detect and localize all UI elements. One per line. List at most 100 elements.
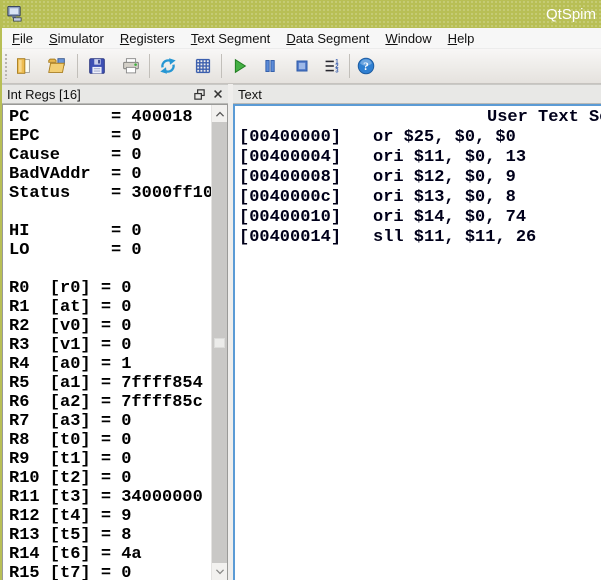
new-file-icon <box>12 55 34 77</box>
help-button[interactable]: ? <box>354 54 378 78</box>
open-file-button[interactable] <box>45 54 69 78</box>
register-row: R0 [r0] = 0 <box>9 279 227 298</box>
instruction-address: [00400010] <box>239 208 373 228</box>
register-row <box>9 260 227 279</box>
register-row: R15 [t7] = 0 <box>9 564 227 580</box>
instruction-address: [00400008] <box>239 168 373 188</box>
register-row: R10 [t2] = 0 <box>9 469 227 488</box>
run-button[interactable] <box>227 54 251 78</box>
titlebar: QtSpim <box>2 0 601 28</box>
register-row: EPC = 0 <box>9 127 227 146</box>
instruction-address: [00400000] <box>239 128 373 148</box>
registers-vertical-scrollbar[interactable] <box>211 105 227 580</box>
print-button[interactable] <box>119 54 143 78</box>
instruction-row: [00400010]ori $14, $0, 74 <box>239 208 601 228</box>
instruction-text: ori $13, $0, 8 <box>373 188 516 208</box>
grid-icon <box>192 55 214 77</box>
register-row: HI = 0 <box>9 222 227 241</box>
register-viewport: PC = 400018EPC = 0Cause = 0BadVAddr = 0S… <box>2 104 228 580</box>
run-parameters-button[interactable]: 123 <box>320 54 344 78</box>
toolbar-grip-handle[interactable] <box>4 53 9 79</box>
register-row: R12 [t4] = 9 <box>9 507 227 526</box>
numbered-list-icon: 123 <box>321 55 343 77</box>
svg-text:?: ? <box>363 61 369 73</box>
instruction-address: [00400004] <box>239 148 373 168</box>
new-file-button[interactable] <box>11 54 35 78</box>
register-row: PC = 400018 <box>9 108 227 127</box>
text-panel: Text User Text Segment [00400000]or $25,… <box>233 84 601 580</box>
close-panel-button[interactable] <box>210 87 225 102</box>
save-floppy-icon <box>86 55 108 77</box>
register-row: R5 [a1] = 7ffff854 <box>9 374 227 393</box>
text-panel-title: Text <box>238 87 262 102</box>
user-text-segment-heading: User Text Segment <box>487 108 601 128</box>
instruction-row: [00400014]sll $11, $11, 26 <box>239 228 601 248</box>
text-segment-viewport: User Text Segment [00400000]or $25, $0, … <box>233 104 601 580</box>
register-row: Cause = 0 <box>9 146 227 165</box>
register-row: R3 [v1] = 0 <box>9 336 227 355</box>
register-row: R13 [t5] = 8 <box>9 526 227 545</box>
stop-button[interactable] <box>290 54 314 78</box>
window-title: QtSpim <box>546 6 601 23</box>
pause-button[interactable] <box>258 54 282 78</box>
instruction-row: [00400004]ori $11, $0, 13 <box>239 148 601 168</box>
refresh-icon <box>157 55 179 77</box>
instruction-text: ori $14, $0, 74 <box>373 208 526 228</box>
register-row: LO = 0 <box>9 241 227 260</box>
menu-data-segment[interactable]: Data Segment <box>278 29 377 48</box>
register-row: R7 [a3] = 0 <box>9 412 227 431</box>
int-regs-title: Int Regs [16] <box>7 87 81 102</box>
stop-icon <box>291 55 313 77</box>
instruction-text: ori $11, $0, 13 <box>373 148 526 168</box>
scroll-up-button[interactable] <box>212 105 227 122</box>
menu-simulator[interactable]: Simulator <box>41 29 112 48</box>
int-regs-header: Int Regs [16] <box>2 84 228 104</box>
instruction-address: [0040000c] <box>239 188 373 208</box>
qtspim-window: QtSpim File Simulator Registers Text Seg… <box>0 0 601 580</box>
int-regs-panel: Int Regs [16] PC = 400018EPC <box>2 84 228 580</box>
dock-area: Int Regs [16] PC = 400018EPC <box>2 84 601 580</box>
toolbar-separator <box>221 54 222 78</box>
float-icon <box>193 88 206 101</box>
chevron-up-icon <box>215 111 225 117</box>
save-log-button[interactable] <box>85 54 109 78</box>
open-folder-icon <box>46 55 68 77</box>
instruction-row: [0040000c]ori $13, $0, 8 <box>239 188 601 208</box>
register-row: R14 [t6] = 4a <box>9 545 227 564</box>
scroll-down-button[interactable] <box>212 563 227 580</box>
toolbar-separator <box>77 54 78 78</box>
instruction-address: [00400014] <box>239 228 373 248</box>
qtspim-app-icon[interactable] <box>5 5 23 23</box>
register-row: R11 [t3] = 34000000 <box>9 488 227 507</box>
menu-registers[interactable]: Registers <box>112 29 183 48</box>
menu-help[interactable]: Help <box>440 29 483 48</box>
instruction-text: or $25, $0, $0 <box>373 128 516 148</box>
refresh-registers-button[interactable] <box>156 54 180 78</box>
float-panel-button[interactable] <box>192 87 207 102</box>
scrollbar-thumb[interactable] <box>212 122 227 563</box>
chevron-down-icon <box>215 569 225 575</box>
play-icon <box>228 55 250 77</box>
reinitialize-button[interactable] <box>191 54 215 78</box>
register-row <box>9 203 227 222</box>
register-row: Status = 3000ff10 <box>9 184 227 203</box>
register-row: R4 [a0] = 1 <box>9 355 227 374</box>
menu-file[interactable]: File <box>4 29 41 48</box>
register-row: R8 [t0] = 0 <box>9 431 227 450</box>
register-row: R1 [at] = 0 <box>9 298 227 317</box>
register-row: R6 [a2] = 7ffff85c <box>9 393 227 412</box>
instruction-text: ori $12, $0, 9 <box>373 168 516 188</box>
instruction-list: [00400000]or $25, $0, $0[00400004]ori $1… <box>239 128 601 248</box>
menubar: File Simulator Registers Text Segment Da… <box>2 28 601 49</box>
scrollbar-thumb-grip <box>214 338 225 348</box>
text-panel-header: Text <box>233 84 601 104</box>
register-list: PC = 400018EPC = 0Cause = 0BadVAddr = 0S… <box>3 105 227 580</box>
close-icon <box>212 88 224 100</box>
svg-text:3: 3 <box>335 68 339 74</box>
register-row: R9 [t1] = 0 <box>9 450 227 469</box>
menu-window[interactable]: Window <box>377 29 439 48</box>
toolbar: 123 ? <box>2 49 601 84</box>
instruction-text: sll $11, $11, 26 <box>373 228 536 248</box>
instruction-row: [00400008]ori $12, $0, 9 <box>239 168 601 188</box>
menu-text-segment[interactable]: Text Segment <box>183 29 279 48</box>
